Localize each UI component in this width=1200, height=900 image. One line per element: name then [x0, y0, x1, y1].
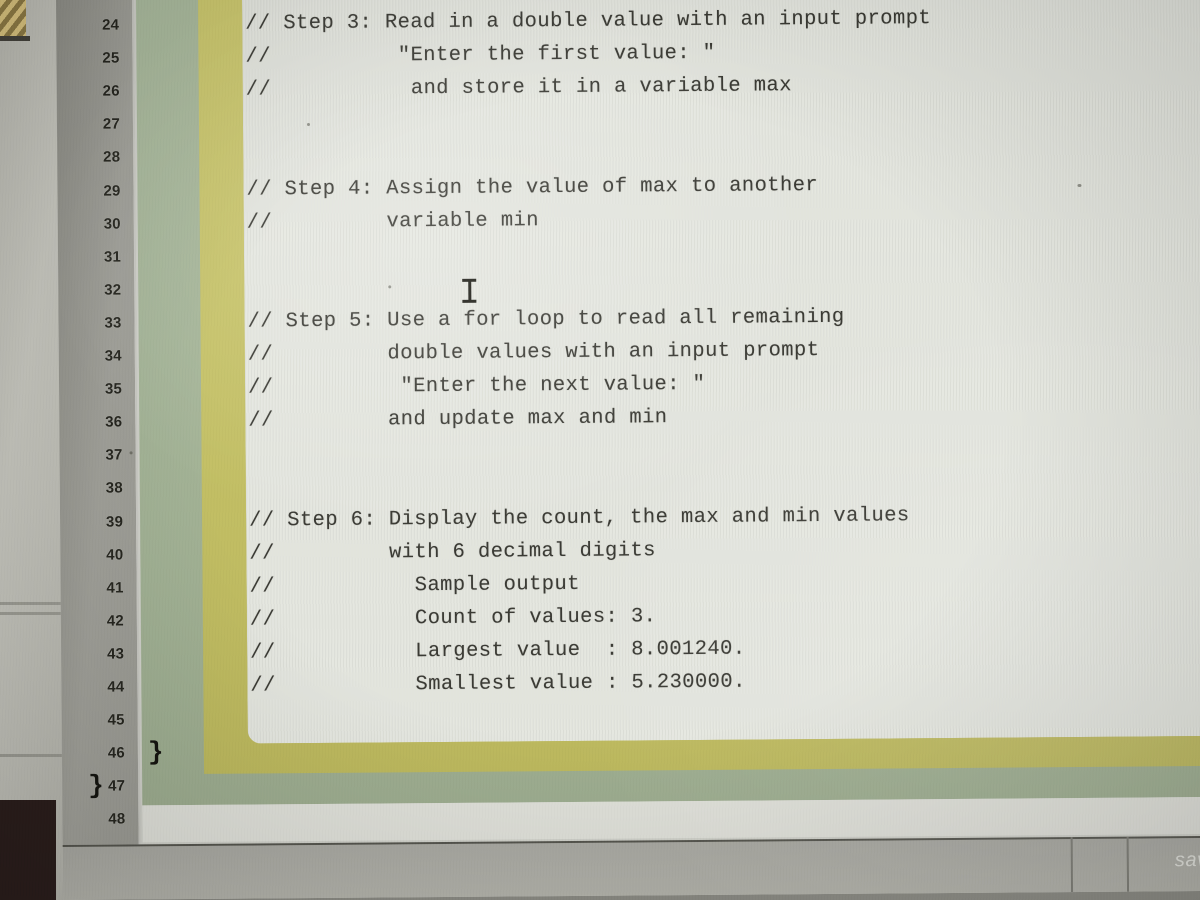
- line-number: 26: [102, 82, 120, 100]
- code-line[interactable]: // Step 5: Use a for loop to read all re…: [247, 306, 844, 334]
- code-line[interactable]: // "Enter the next value: ": [248, 373, 705, 400]
- closing-brace-inner: }: [147, 737, 164, 768]
- line-number: 29: [103, 181, 121, 200]
- status-bar[interactable]: [62, 835, 1200, 900]
- code-line[interactable]: // and store it in a variable max: [246, 74, 792, 101]
- screen-photo: 24 25 26 27 28 29 30 31 32 33 34 35 36 37 38 39 40 41 42 43…: [0, 0, 1200, 900]
- line-number: 44: [107, 678, 125, 696]
- line-number: 47: [108, 777, 126, 795]
- line-number: 41: [106, 579, 124, 597]
- line-number: 32: [104, 281, 122, 299]
- line-number: 35: [104, 380, 123, 398]
- code-line[interactable]: // Smallest value : 5.230000.: [250, 671, 746, 698]
- line-number: 45: [107, 711, 125, 729]
- line-number: 34: [104, 347, 122, 365]
- line-number: 36: [105, 413, 123, 431]
- line-number: 25: [102, 49, 120, 67]
- closing-brace-outer: }: [88, 770, 104, 802]
- line-number: 40: [106, 546, 124, 564]
- screen-dust-speck: [129, 451, 133, 455]
- status-bar-divider: [1126, 836, 1130, 892]
- code-line[interactable]: // Step 3: Read in a double value with a…: [245, 7, 931, 35]
- status-bar-save-label[interactable]: sav: [1175, 849, 1200, 872]
- text-cursor-icon: [460, 278, 478, 304]
- line-number: 31: [103, 248, 122, 266]
- code-editor-window: 24 25 26 27 28 29 30 31 32 33 34 35 36 37 38 39 40 41 42 43…: [56, 0, 1200, 900]
- code-line[interactable]: // and update max and min: [248, 406, 667, 432]
- code-line[interactable]: // Sample output: [250, 573, 580, 599]
- code-line[interactable]: // with 6 decimal digits: [249, 539, 656, 565]
- status-bar-divider: [1070, 837, 1074, 893]
- background-dark-area: [0, 800, 56, 900]
- line-number-gutter[interactable]: 24 25 26 27 28 29 30 31 32 33 34 35 36 37 38 39 40 41 42 43…: [56, 0, 141, 845]
- code-line[interactable]: // Count of values: 3.: [250, 605, 657, 631]
- code-line[interactable]: // Step 6: Display the count, the max an…: [249, 504, 910, 532]
- line-number: 37: [105, 446, 123, 464]
- line-number: 33: [104, 314, 122, 332]
- code-line[interactable]: // Step 4: Assign the value of max to an…: [246, 174, 818, 201]
- code-line[interactable]: // "Enter the first value: ": [245, 42, 715, 69]
- line-number: 30: [103, 215, 121, 233]
- screen-dust-speck: [306, 123, 310, 127]
- code-text-area[interactable]: // Step 3: Read in a double value with a…: [241, 0, 1200, 744]
- line-number: 28: [103, 148, 121, 167]
- line-number: 27: [102, 115, 121, 133]
- code-line[interactable]: // variable min: [247, 209, 539, 234]
- line-number: 48: [108, 810, 126, 829]
- code-line[interactable]: // double values with an input prompt: [248, 339, 820, 366]
- background-striped-patch: [0, 0, 26, 36]
- editor-bottom-strip: [142, 796, 1200, 843]
- line-number: 42: [106, 612, 124, 630]
- line-number: 38: [105, 479, 123, 498]
- line-number: 46: [107, 744, 125, 762]
- screen-dust-speck: [1077, 183, 1082, 187]
- line-number: 39: [105, 512, 124, 531]
- scope-highlight-inner: // Step 3: Read in a double value with a…: [197, 0, 1200, 774]
- code-line[interactable]: // Largest value : 8.001240.: [250, 637, 746, 664]
- line-number: 24: [102, 16, 120, 34]
- screen-dust-speck: [388, 285, 392, 289]
- scope-highlight-outer: // Step 3: Read in a double value with a…: [135, 0, 1200, 806]
- background-edge: [0, 36, 30, 41]
- line-number: 43: [106, 645, 125, 663]
